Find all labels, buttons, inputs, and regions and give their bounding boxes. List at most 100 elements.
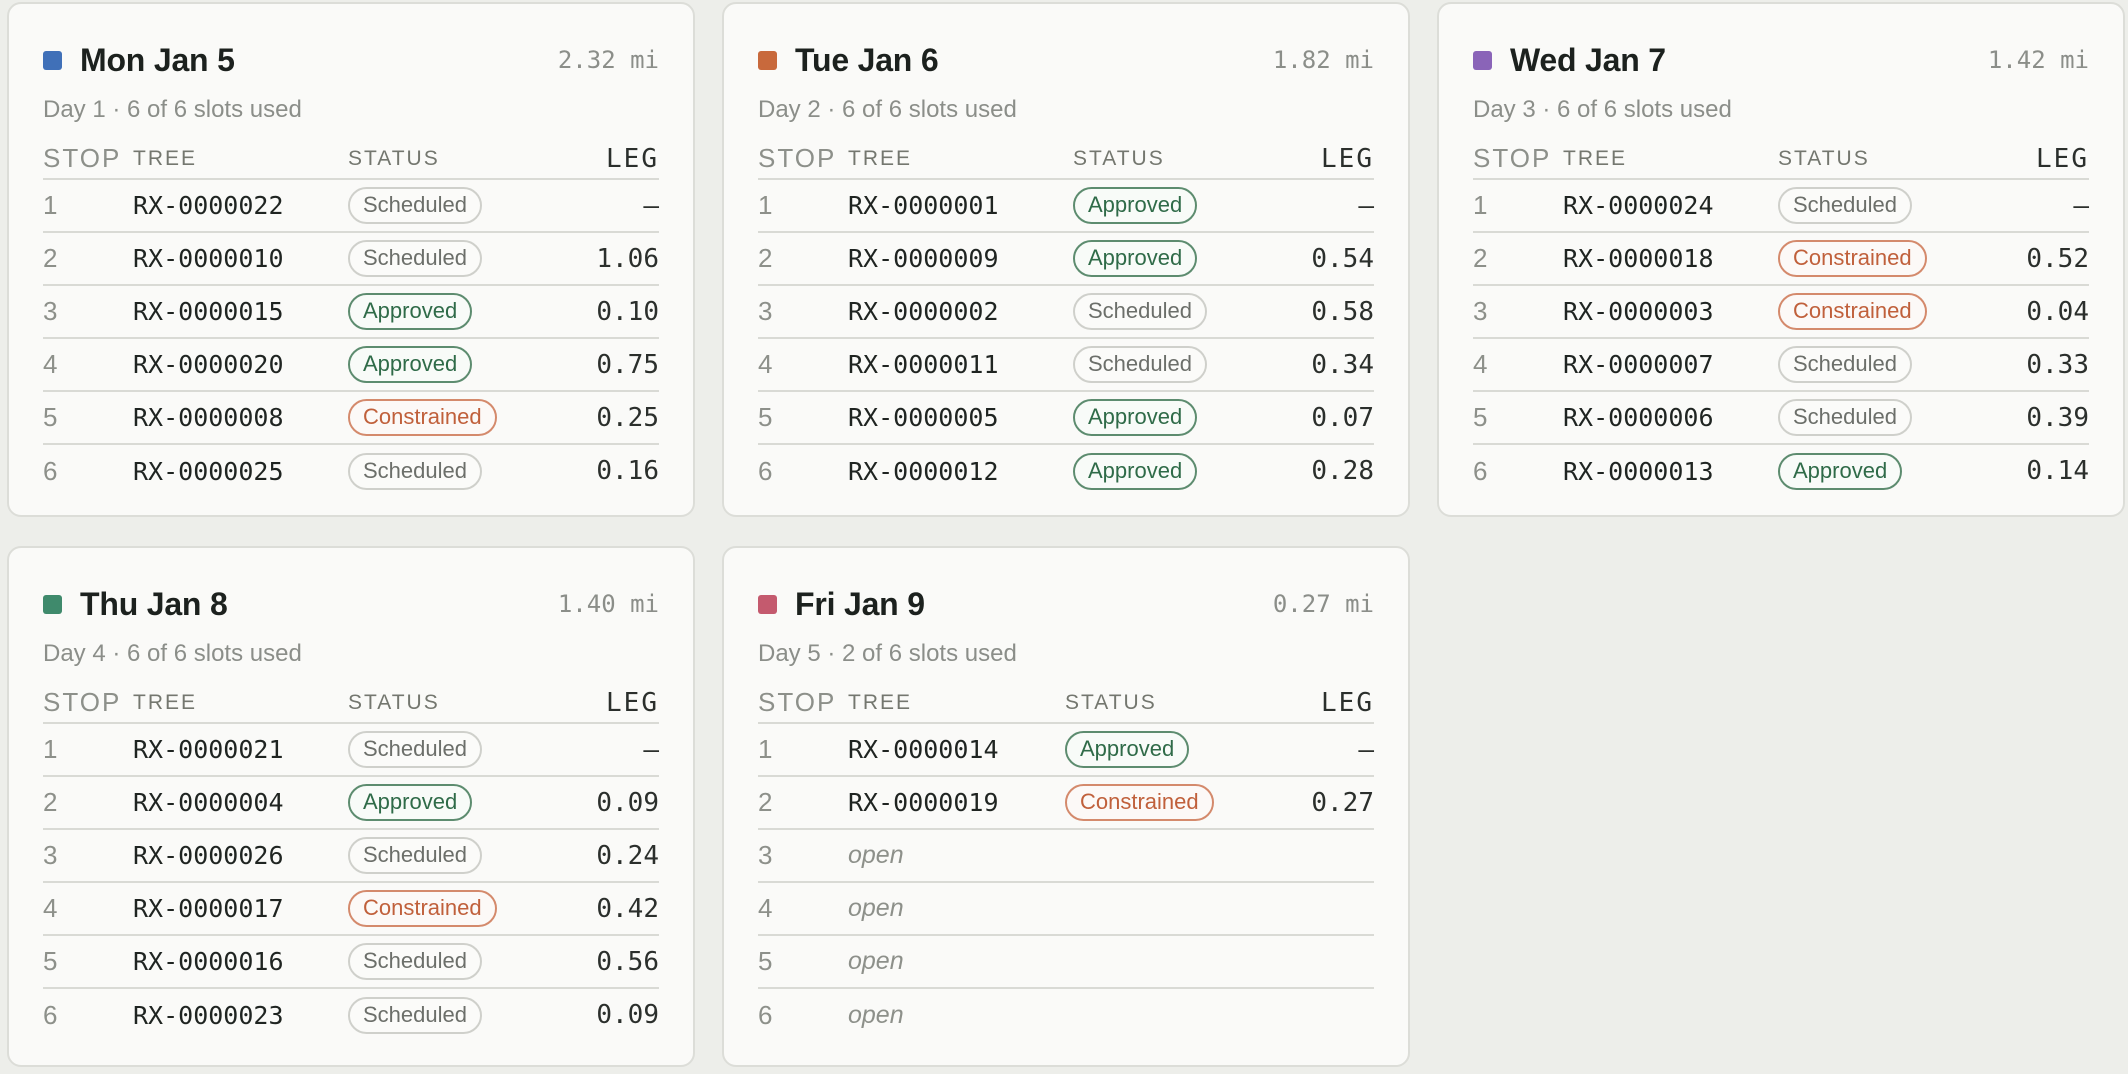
stop-row[interactable]: 1 RX-0000022 Scheduled — <box>43 179 659 233</box>
stop-row[interactable]: 5 RX-0000008 Constrained 0.25 <box>43 391 659 445</box>
status-badge: Constrained <box>1778 240 1927 277</box>
status-badge: Approved <box>348 346 473 383</box>
leg-distance: 0.58 <box>1278 285 1374 339</box>
col-header-leg: LEG <box>566 139 659 180</box>
status-badge: Approved <box>1073 452 1198 490</box>
stop-row[interactable]: 5 open <box>758 935 1374 989</box>
status-cell: Approved <box>1065 723 1283 777</box>
leg-distance: — <box>1996 179 2089 233</box>
stop-row[interactable]: 2 RX-0000009 Approved 0.54 <box>758 232 1374 286</box>
stop-row[interactable]: 6 RX-0000025 Scheduled 0.16 <box>43 444 659 497</box>
day-color-swatch <box>758 50 777 70</box>
tree-id: RX-0000019 <box>848 776 1065 830</box>
day-distance: 1.40 mi <box>557 590 659 618</box>
stop-row[interactable]: 5 RX-0000016 Scheduled 0.56 <box>43 935 659 989</box>
stop-row[interactable]: 3 RX-0000003 Constrained 0.04 <box>1473 285 2089 339</box>
day-card-thu: Thu Jan 8 1.40 mi Day 4 · 6 of 6 slots u… <box>7 546 695 1067</box>
status-badge: Scheduled <box>1073 293 1207 330</box>
day-card-mon: Mon Jan 5 2.32 mi Day 1 · 6 of 6 slots u… <box>7 2 695 517</box>
stop-row[interactable]: 4 RX-0000017 Constrained 0.42 <box>43 882 659 936</box>
leg-distance: 0.56 <box>566 935 659 989</box>
stop-number: 4 <box>758 338 848 392</box>
stop-row[interactable]: 3 RX-0000026 Scheduled 0.24 <box>43 829 659 883</box>
col-header-leg: LEG <box>1282 683 1374 724</box>
leg-distance: 0.14 <box>2026 456 2089 486</box>
stop-row[interactable]: 5 RX-0000005 Approved 0.07 <box>758 391 1374 445</box>
tree-id: RX-0000005 <box>848 391 1073 445</box>
leg-cell-empty <box>1282 882 1374 936</box>
day-distance: 0.27 mi <box>1272 590 1374 618</box>
status-cell: Approved <box>1073 444 1278 497</box>
stop-row[interactable]: 1 RX-0000024 Scheduled — <box>1473 179 2089 233</box>
stop-row[interactable]: 1 RX-0000021 Scheduled — <box>43 723 659 777</box>
stop-number: 4 <box>43 338 133 392</box>
stop-number: 5 <box>43 935 133 989</box>
leg-distance: 0.33 <box>1996 338 2089 392</box>
stop-row[interactable]: 4 RX-0000007 Scheduled 0.33 <box>1473 338 2089 392</box>
status-badge: Scheduled <box>348 996 482 1034</box>
stop-row[interactable]: 3 RX-0000015 Approved 0.10 <box>43 285 659 339</box>
stop-row[interactable]: 4 RX-0000020 Approved 0.75 <box>43 338 659 392</box>
status-badge: Scheduled <box>348 943 482 980</box>
status-badge: Scheduled <box>1778 346 1912 383</box>
status-cell: Approved <box>1073 179 1279 233</box>
leg-distance: 0.10 <box>566 285 659 339</box>
col-header-status: STATUS <box>348 139 567 180</box>
stop-row[interactable]: 2 RX-0000004 Approved 0.09 <box>43 776 659 830</box>
day-title: Wed Jan 7 <box>1510 41 1666 78</box>
status-badge: Approved <box>1065 731 1190 768</box>
leg-distance: 1.06 <box>566 232 659 286</box>
tree-id: RX-0000017 <box>133 882 348 936</box>
stop-row[interactable]: 2 RX-0000010 Scheduled 1.06 <box>43 232 659 286</box>
stop-number: 1 <box>43 723 133 777</box>
status-cell: Approved <box>348 776 567 830</box>
tree-id: RX-0000023 <box>133 1000 284 1030</box>
leg-distance: 0.75 <box>566 338 659 392</box>
stop-row[interactable]: 2 RX-0000019 Constrained 0.27 <box>758 776 1374 830</box>
stop-number: 6 <box>43 999 58 1030</box>
status-badge: Constrained <box>1065 784 1214 821</box>
stop-number: 3 <box>758 285 848 339</box>
status-badge: Scheduled <box>348 837 482 874</box>
stop-row[interactable]: 6 RX-0000023 Scheduled 0.09 <box>43 988 659 1041</box>
stop-row[interactable]: 5 RX-0000006 Scheduled 0.39 <box>1473 391 2089 445</box>
tree-id: RX-0000006 <box>1563 391 1778 445</box>
leg-distance: 0.34 <box>1278 338 1374 392</box>
stops-table: STOP TREE STATUS LEG 1 RX-0000021 Schedule… <box>43 683 659 1041</box>
stops-table: STOP TREE STATUS LEG 1 RX-0000001 Approved… <box>758 139 1374 497</box>
stop-row[interactable]: 3 open <box>758 829 1374 883</box>
status-badge: Approved <box>1073 399 1198 436</box>
stop-number: 3 <box>1473 285 1563 339</box>
status-badge: Approved <box>1778 452 1903 490</box>
stop-number: 1 <box>43 179 133 233</box>
stop-number: 4 <box>758 882 848 936</box>
stop-row[interactable]: 3 RX-0000002 Scheduled 0.58 <box>758 285 1374 339</box>
stop-row[interactable]: 6 open <box>758 988 1374 1041</box>
col-header-leg: LEG <box>566 683 659 724</box>
stop-row[interactable]: 2 RX-0000018 Constrained 0.52 <box>1473 232 2089 286</box>
stop-row[interactable]: 1 RX-0000014 Approved — <box>758 723 1374 777</box>
col-header-tree: TREE <box>133 139 348 180</box>
stop-number: 6 <box>1473 455 1488 486</box>
stop-number: 2 <box>1473 232 1563 286</box>
stop-row[interactable]: 6 RX-0000013 Approved 0.14 <box>1473 444 2089 497</box>
stop-row[interactable]: 4 open <box>758 882 1374 936</box>
stop-row[interactable]: 1 RX-0000001 Approved — <box>758 179 1374 233</box>
status-cell: Scheduled <box>348 988 567 1041</box>
leg-distance: 0.09 <box>596 1000 659 1030</box>
stop-number: 5 <box>758 935 848 989</box>
day-subtitle: Day 5 · 2 of 6 slots used <box>758 640 1017 667</box>
stop-row[interactable]: 4 RX-0000011 Scheduled 0.34 <box>758 338 1374 392</box>
col-header-tree: TREE <box>133 683 348 724</box>
stop-number: 1 <box>758 723 848 777</box>
stop-row[interactable]: 6 RX-0000012 Approved 0.28 <box>758 444 1374 497</box>
status-cell: Scheduled <box>1778 391 1997 445</box>
status-cell-empty <box>1065 935 1283 989</box>
stop-number: 5 <box>43 391 133 445</box>
day-color-swatch <box>1473 50 1492 70</box>
stop-number: 2 <box>43 776 133 830</box>
col-header-tree: TREE <box>1563 139 1778 180</box>
status-cell: Approved <box>1073 232 1279 286</box>
day-title: Thu Jan 8 <box>80 585 228 622</box>
day-title: Mon Jan 5 <box>80 41 235 78</box>
